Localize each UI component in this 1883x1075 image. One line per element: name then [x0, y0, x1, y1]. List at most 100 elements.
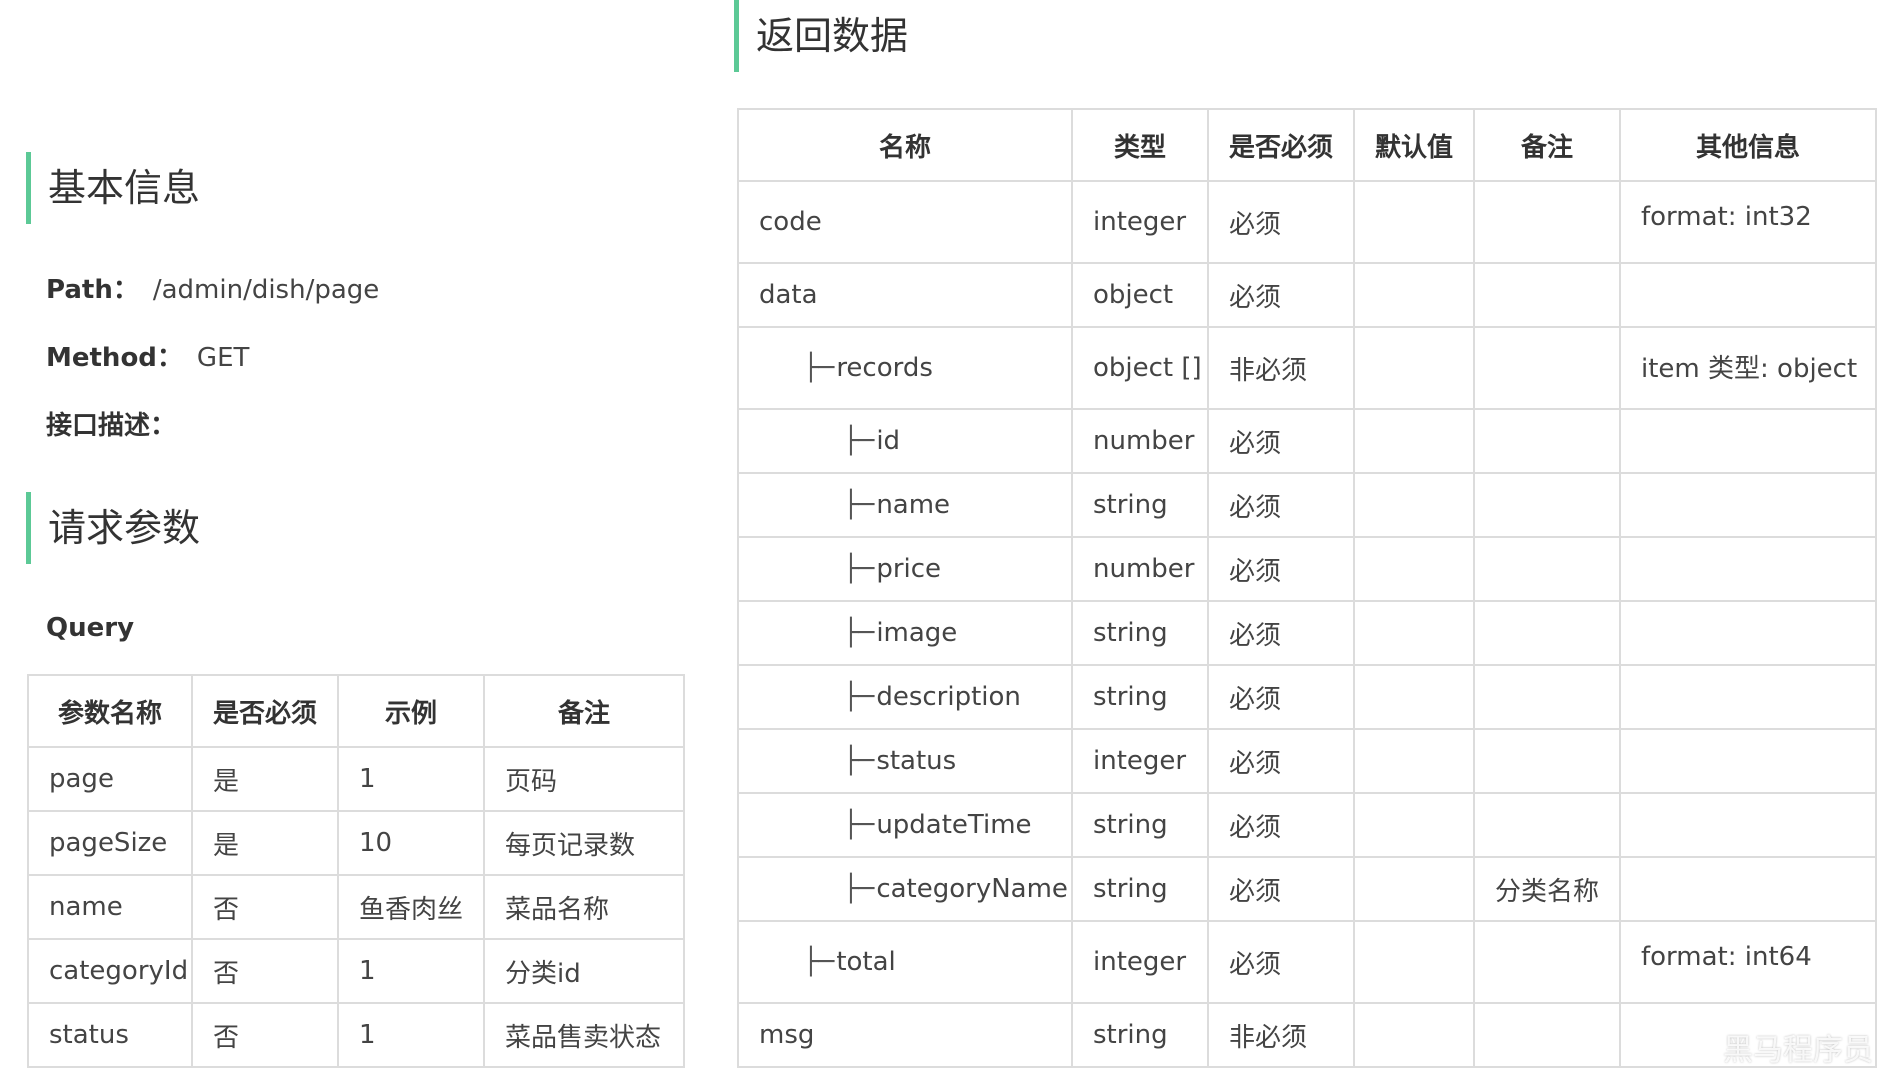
field-name: ├─name	[737, 472, 1073, 538]
field-name: data	[737, 262, 1073, 328]
field-type: object	[1071, 262, 1209, 328]
field-name: ├─categoryName	[737, 856, 1073, 922]
tree-branch-icon: ├─	[803, 353, 835, 383]
field-default	[1353, 262, 1475, 328]
field-type: number	[1071, 536, 1209, 602]
field-remark	[1473, 1002, 1621, 1068]
table-row: page 是 1 页码	[27, 746, 685, 812]
path-row: Path： /admin/dish/page	[46, 270, 379, 310]
param-remark: 菜品售卖状态	[483, 1002, 685, 1068]
query-col-required: 是否必须	[191, 674, 339, 748]
field-default	[1353, 180, 1475, 264]
param-remark: 菜品名称	[483, 874, 685, 940]
response-header-row: 名称 类型 是否必须 默认值 备注 其他信息	[737, 108, 1877, 182]
field-type: number	[1071, 408, 1209, 474]
field-remark	[1473, 728, 1621, 794]
table-row: ├─categoryName string 必须 分类名称	[737, 856, 1877, 922]
field-required: 必须	[1207, 728, 1355, 794]
field-name: code	[737, 180, 1073, 264]
response-col-default: 默认值	[1353, 108, 1475, 182]
param-required: 否	[191, 938, 339, 1004]
field-type: integer	[1071, 180, 1209, 264]
table-row: ├─image string 必须	[737, 600, 1877, 666]
field-name: ├─id	[737, 408, 1073, 474]
field-required: 必须	[1207, 920, 1355, 1004]
field-other	[1619, 472, 1877, 538]
tree-branch-icon: ├─	[843, 810, 875, 840]
param-required: 是	[191, 810, 339, 876]
field-other	[1619, 536, 1877, 602]
field-remark	[1473, 920, 1621, 1004]
field-name-text: id	[876, 426, 901, 456]
table-row: categoryId 否 1 分类id	[27, 938, 685, 1004]
param-example: 10	[337, 810, 485, 876]
table-row: ├─total integer 必须 format: int64	[737, 920, 1877, 1004]
field-remark	[1473, 536, 1621, 602]
field-remark	[1473, 408, 1621, 474]
table-row: ├─name string 必须	[737, 472, 1877, 538]
basic-info-heading: 基本信息	[26, 152, 200, 224]
query-header-row: 参数名称 是否必须 示例 备注	[27, 674, 685, 748]
field-type: string	[1071, 664, 1209, 730]
tree-branch-icon: ├─	[843, 490, 875, 520]
param-name: name	[27, 874, 193, 940]
field-other	[1619, 728, 1877, 794]
param-name: pageSize	[27, 810, 193, 876]
field-other: format: int32	[1619, 180, 1877, 264]
field-remark	[1473, 262, 1621, 328]
field-type: string	[1071, 792, 1209, 858]
response-col-remark: 备注	[1473, 108, 1621, 182]
table-row: ├─status integer 必须	[737, 728, 1877, 794]
field-other	[1619, 792, 1877, 858]
field-required: 必须	[1207, 472, 1355, 538]
response-col-type: 类型	[1071, 108, 1209, 182]
field-default	[1353, 408, 1475, 474]
param-example: 1	[337, 938, 485, 1004]
field-default	[1353, 856, 1475, 922]
description-label: 接口描述：	[46, 411, 177, 441]
param-remark: 分类id	[483, 938, 685, 1004]
query-col-name: 参数名称	[27, 674, 193, 748]
param-example: 1	[337, 746, 485, 812]
table-row: code integer 必须 format: int32	[737, 180, 1877, 264]
field-default	[1353, 792, 1475, 858]
tree-branch-icon: ├─	[843, 618, 875, 648]
request-params-heading: 请求参数	[26, 492, 200, 564]
param-name: categoryId	[27, 938, 193, 1004]
field-default	[1353, 920, 1475, 1004]
field-name: ├─records	[737, 326, 1073, 410]
method-value: GET	[196, 343, 250, 373]
field-remark	[1473, 180, 1621, 264]
tree-branch-icon: ├─	[843, 426, 875, 456]
field-required: 非必须	[1207, 1002, 1355, 1068]
watermark-logo: 黑马程序员	[1723, 1033, 1873, 1068]
table-row: ├─id number 必须	[737, 408, 1877, 474]
field-default	[1353, 536, 1475, 602]
field-name: ├─total	[737, 920, 1073, 1004]
field-required: 必须	[1207, 536, 1355, 602]
field-default	[1353, 728, 1475, 794]
field-name: ├─status	[737, 728, 1073, 794]
param-required: 是	[191, 746, 339, 812]
field-default	[1353, 1002, 1475, 1068]
field-other	[1619, 600, 1877, 666]
field-other	[1619, 408, 1877, 474]
field-name-text: price	[876, 554, 942, 584]
field-other: item 类型: object	[1619, 326, 1877, 410]
query-col-remark: 备注	[483, 674, 685, 748]
field-name-text: image	[876, 618, 958, 648]
field-required: 必须	[1207, 408, 1355, 474]
field-required: 必须	[1207, 664, 1355, 730]
tree-branch-icon: ├─	[843, 874, 875, 904]
field-remark: 分类名称	[1473, 856, 1621, 922]
table-row: ├─updateTime string 必须	[737, 792, 1877, 858]
field-default	[1353, 664, 1475, 730]
method-row: Method： GET	[46, 338, 249, 378]
field-default	[1353, 472, 1475, 538]
field-remark	[1473, 600, 1621, 666]
param-remark: 页码	[483, 746, 685, 812]
field-name-text: description	[876, 682, 1021, 712]
field-required: 必须	[1207, 792, 1355, 858]
tree-branch-icon: ├─	[843, 554, 875, 584]
query-label: Query	[46, 613, 135, 643]
